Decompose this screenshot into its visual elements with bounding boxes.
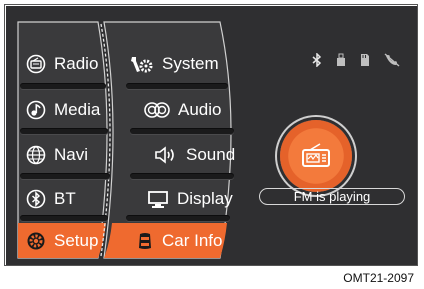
left-separator [20,83,106,89]
wrench-gear-icon [131,57,153,73]
menu-item-label: BT [54,189,76,208]
status-bar [312,53,400,67]
menu-item-bt[interactable]: BT [26,189,76,209]
left-separator [20,215,108,221]
menu-item-setup[interactable]: Setup [26,231,98,251]
gear-icon [27,232,45,250]
menu-item-label: Display [177,189,233,208]
menu-item-system[interactable]: System [130,54,219,74]
now-playing-status: FM is playing [259,188,405,205]
menu-item-label: System [162,54,219,73]
usb-icon [337,53,345,66]
left-menu-panel [17,21,232,259]
figure-caption: OMT21-2097 [343,271,414,285]
phone-muted-icon [384,53,400,67]
right-separator [130,173,234,179]
menu-item-display[interactable]: Display [147,189,233,209]
monitor-icon [148,191,168,208]
menu-item-label: Radio [54,54,99,73]
menu-item-label: Sound [186,145,236,164]
menu-item-label: Navi [54,145,89,164]
radio-icon [26,54,46,74]
menu-item-label: Media [54,100,101,119]
menu-item-sound[interactable]: Sound [154,145,235,165]
now-playing-text: FM is playing [293,189,371,204]
head-unit-screen: Radio Media Navi BT Setup System Audio S… [6,6,418,266]
bluetooth-icon [26,189,46,209]
menu-item-navi[interactable]: Navi [26,145,88,165]
right-separator [130,128,234,134]
menu-item-label: Audio [178,100,222,119]
bluetooth-icon [312,53,322,67]
speaker-volume-icon [155,146,174,164]
left-separator [20,173,110,179]
menu-item-media[interactable]: Media [26,100,100,120]
now-playing-button[interactable] [280,120,352,192]
globe-icon [26,145,46,165]
radio-icon [302,143,330,167]
music-note-icon [26,100,46,120]
car-icon [139,233,151,249]
speakers-icon [144,102,170,118]
left-separator [20,128,108,134]
menu-item-car-info[interactable]: Car Info [136,231,222,251]
menu-item-label: Setup [54,231,99,250]
menu-item-audio[interactable]: Audio [144,100,221,120]
menu-item-radio[interactable]: Radio [26,54,98,74]
right-separator [126,215,230,221]
menu-item-label: Car Info [162,231,223,250]
sd-card-icon [361,54,369,66]
right-separator [126,83,228,89]
